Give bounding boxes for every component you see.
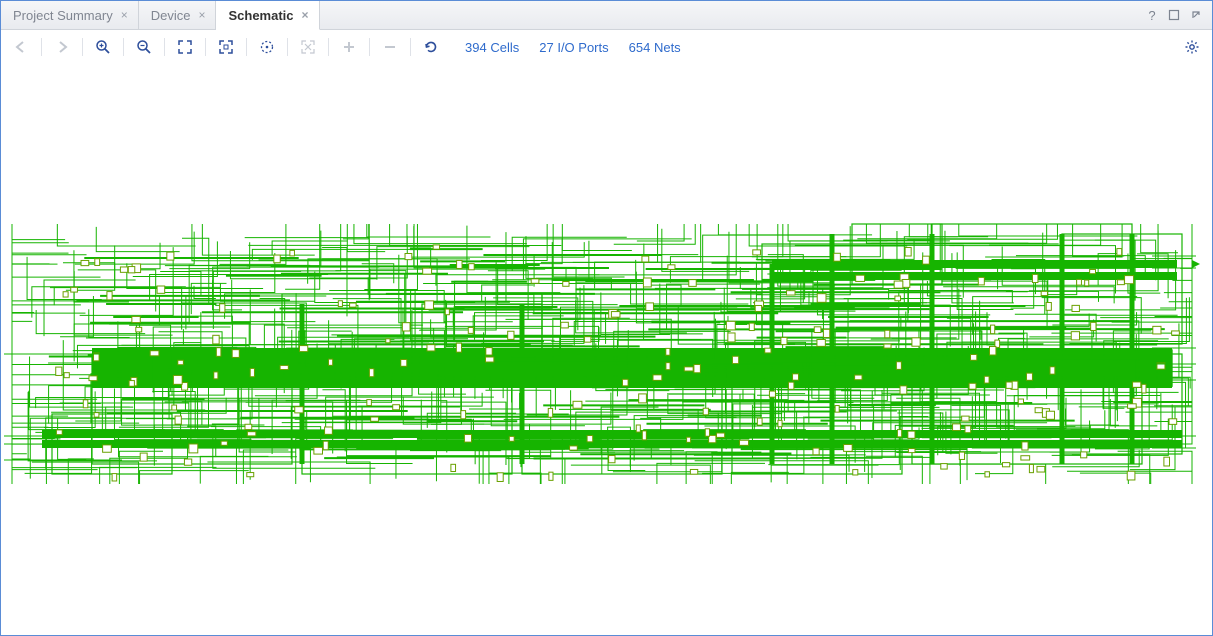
forward-button[interactable] xyxy=(50,35,74,59)
tab-project-summary[interactable]: Project Summary × xyxy=(1,1,139,29)
stat-cells[interactable]: 394 Cells xyxy=(465,40,519,55)
add-button[interactable] xyxy=(337,35,361,59)
tab-label: Schematic xyxy=(228,8,293,23)
zoom-fit-button[interactable] xyxy=(173,35,197,59)
tab-schematic[interactable]: Schematic × xyxy=(216,1,319,30)
separator xyxy=(287,38,288,56)
zoom-in-button[interactable] xyxy=(91,35,115,59)
auto-fit-button[interactable] xyxy=(255,35,279,59)
separator xyxy=(246,38,247,56)
stat-ports[interactable]: 27 I/O Ports xyxy=(539,40,608,55)
shrink-button[interactable] xyxy=(296,35,320,59)
separator xyxy=(41,38,42,56)
tab-strip: Project Summary × Device × Schematic × ? xyxy=(1,1,1212,30)
stat-nets[interactable]: 654 Nets xyxy=(629,40,681,55)
stats: 394 Cells 27 I/O Ports 654 Nets xyxy=(465,40,681,55)
separator xyxy=(369,38,370,56)
separator xyxy=(410,38,411,56)
tabstrip-right: ? xyxy=(1144,1,1212,29)
regenerate-button[interactable] xyxy=(419,35,443,59)
toolbar: 394 Cells 27 I/O Ports 654 Nets xyxy=(1,30,1212,64)
float-icon[interactable] xyxy=(1188,7,1204,23)
zoom-out-button[interactable] xyxy=(132,35,156,59)
back-button[interactable] xyxy=(9,35,33,59)
help-icon[interactable]: ? xyxy=(1144,7,1160,23)
schematic-canvas[interactable] xyxy=(2,64,1211,634)
close-icon[interactable]: × xyxy=(121,9,128,21)
separator xyxy=(205,38,206,56)
maximize-icon[interactable] xyxy=(1166,7,1182,23)
tab-label: Device xyxy=(151,8,191,23)
separator xyxy=(82,38,83,56)
tab-device[interactable]: Device × xyxy=(139,1,217,29)
remove-button[interactable] xyxy=(378,35,402,59)
settings-button[interactable] xyxy=(1180,35,1204,59)
zoom-area-button[interactable] xyxy=(214,35,238,59)
schematic-window: Project Summary × Device × Schematic × ? xyxy=(0,0,1213,636)
separator xyxy=(164,38,165,56)
schematic-svg xyxy=(2,64,1211,634)
separator xyxy=(328,38,329,56)
separator xyxy=(123,38,124,56)
close-icon[interactable]: × xyxy=(302,9,309,21)
close-icon[interactable]: × xyxy=(198,9,205,21)
tab-label: Project Summary xyxy=(13,8,113,23)
